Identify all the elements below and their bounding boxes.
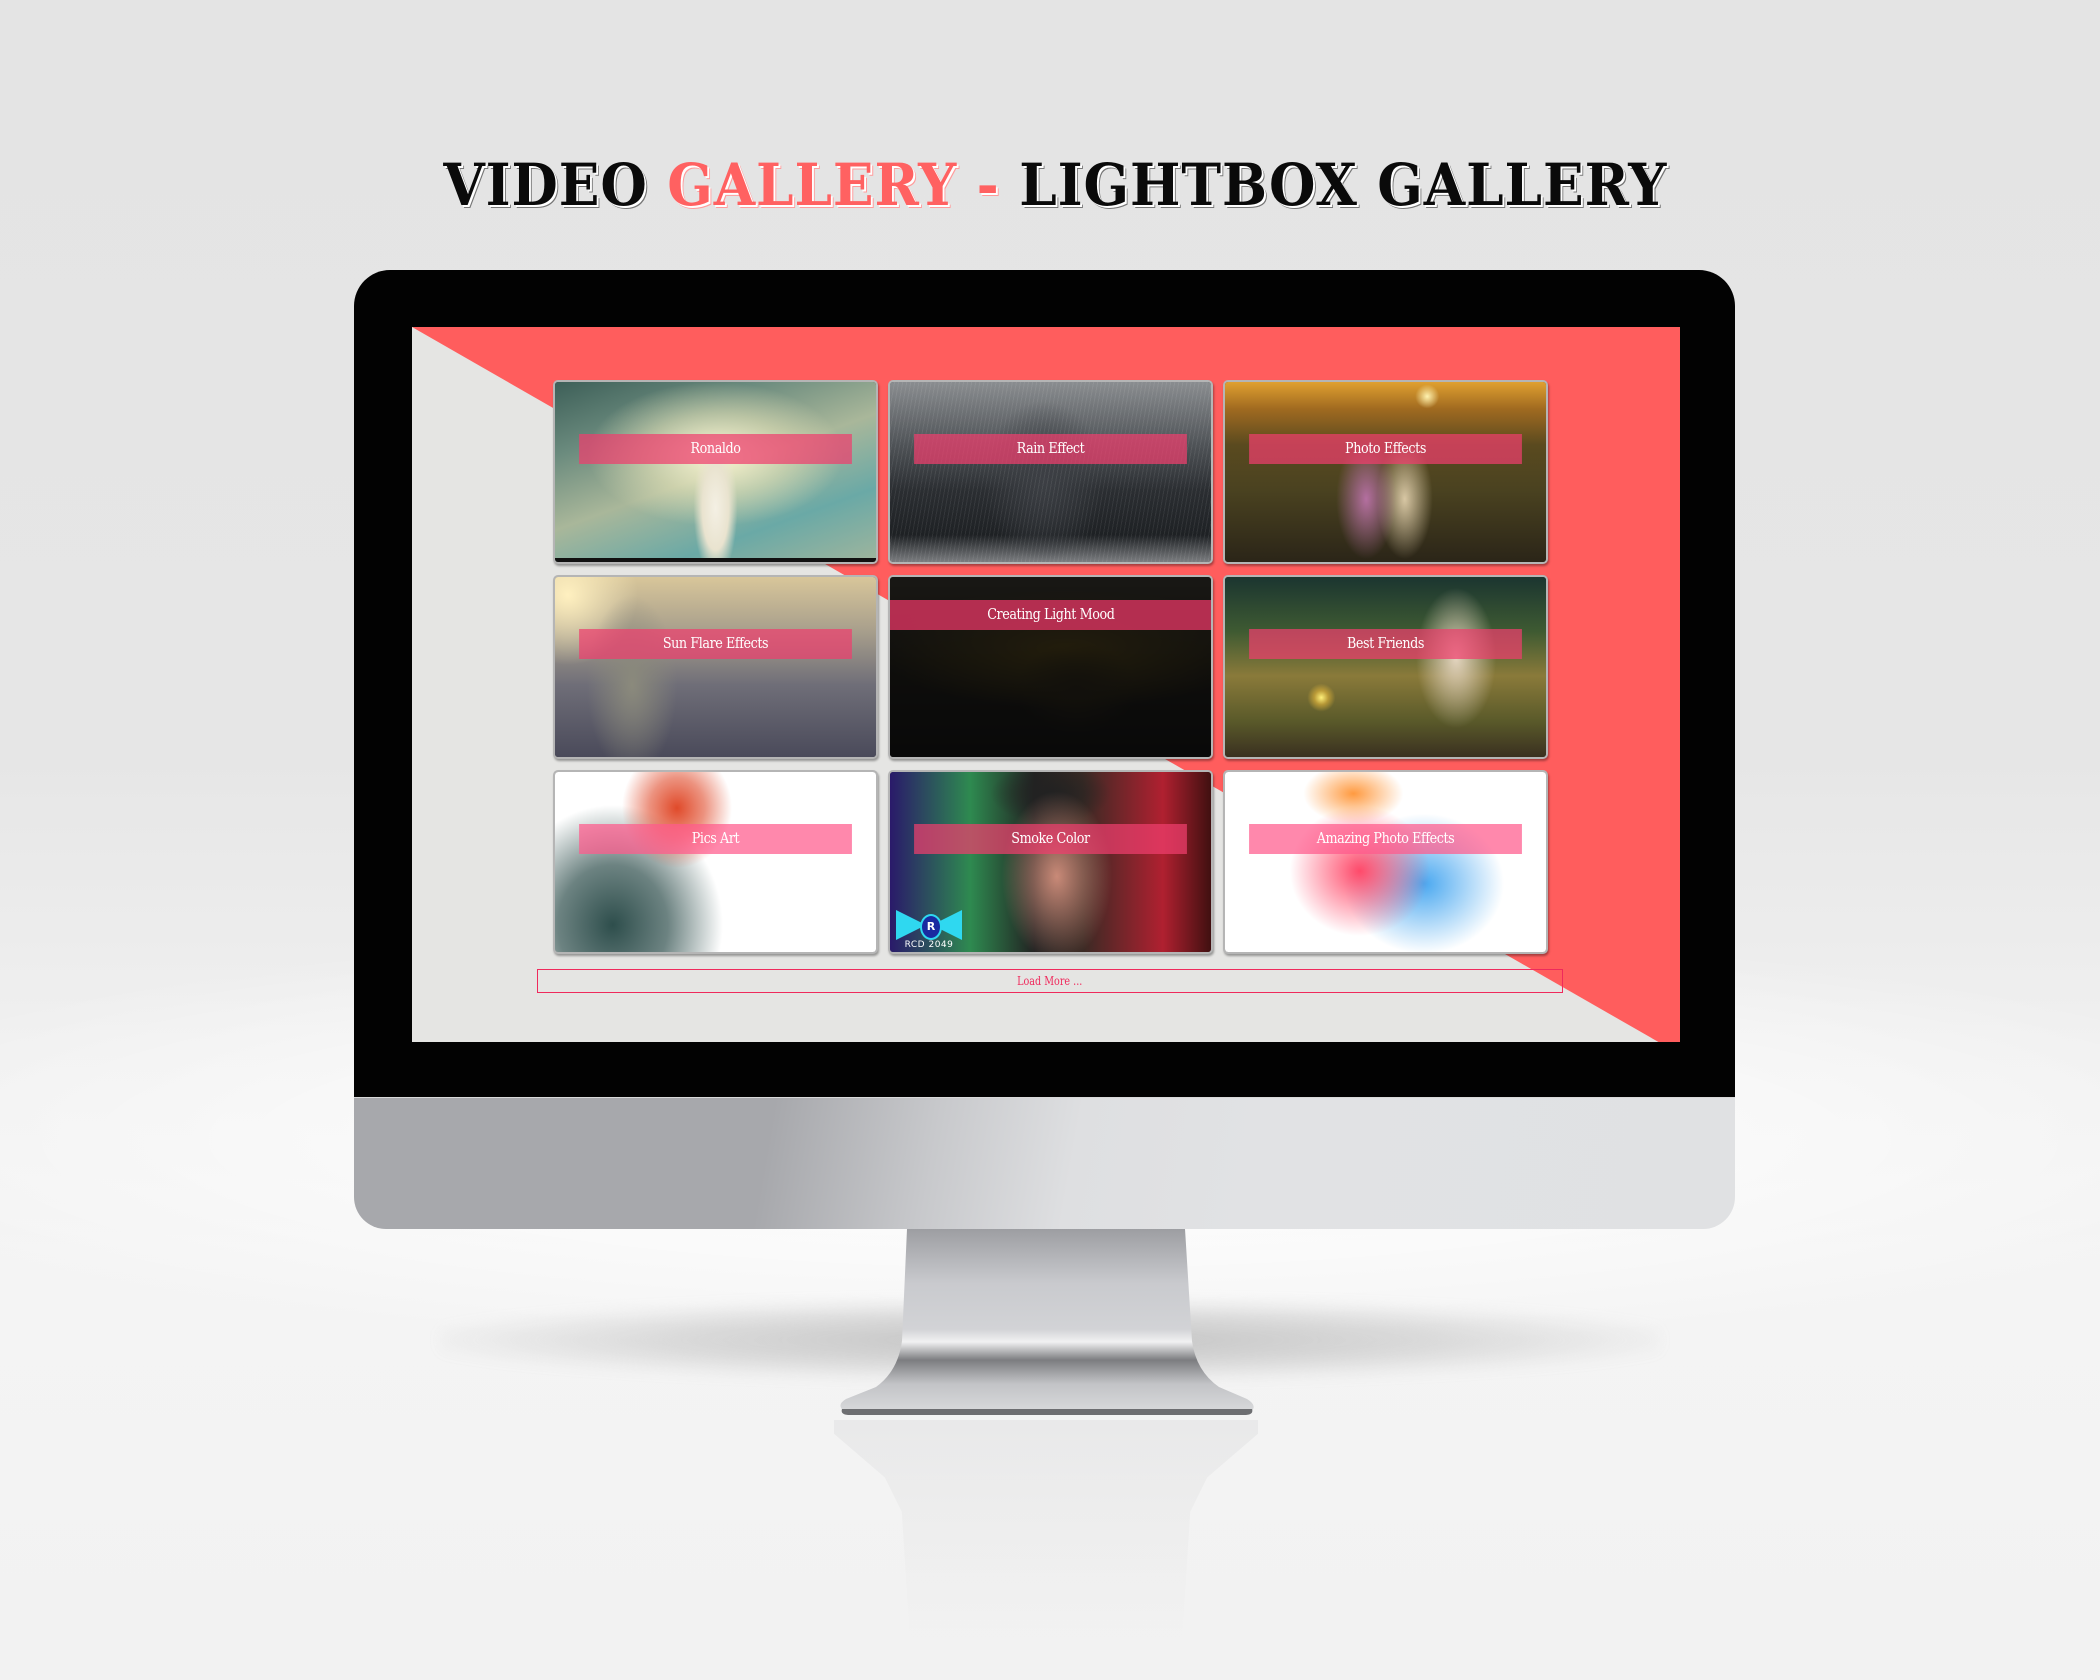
load-more-button[interactable]: Load More ... — [537, 969, 1563, 993]
title-video: VIDEO — [443, 151, 668, 219]
thumbnail-image — [1225, 577, 1546, 757]
thumbnail-image — [1225, 772, 1546, 952]
gallery-item-caption: Pics Art — [579, 824, 852, 854]
caption-text: Creating Light Mood — [986, 605, 1115, 623]
gallery-item-caption: Photo Effects — [1249, 434, 1522, 464]
title-dash: - — [957, 151, 1020, 219]
thumbnail-image — [1225, 382, 1546, 562]
gallery-item-rain-effect[interactable]: Rain Effect — [888, 380, 1213, 564]
gallery-item-ronaldo[interactable]: Ronaldo — [553, 380, 878, 564]
gallery-item-caption: Smoke Color — [914, 824, 1187, 854]
title-lightbox-gallery: LIGHTBOX GALLERY — [1019, 151, 1668, 219]
gallery-item-creating-light-mood[interactable]: Creating Light Mood — [888, 575, 1213, 759]
gallery-item-best-friends[interactable]: Best Friends — [1223, 575, 1548, 759]
stand-shape — [840, 1229, 1254, 1415]
page-title: VIDEO GALLERY - LIGHTBOX GALLERY — [89, 150, 2021, 220]
stand-reflection — [834, 1420, 1258, 1650]
thumbnail-image — [555, 382, 876, 562]
gallery-item-caption: Ronaldo — [579, 434, 852, 464]
gallery-item-caption: Sun Flare Effects — [579, 629, 852, 659]
gallery-item-caption: Creating Light Mood — [890, 600, 1211, 630]
gallery-item-pics-art[interactable]: Pics Art — [553, 770, 878, 954]
monitor-stand — [834, 1229, 1258, 1415]
gallery-item-amazing-photo-effects[interactable]: Amazing Photo Effects — [1223, 770, 1548, 954]
gallery-grid: Ronaldo Rain Effect Photo Effects Sun Fl… — [553, 380, 1548, 954]
monitor-screen: Ronaldo Rain Effect Photo Effects Sun Fl… — [412, 327, 1680, 1042]
gallery-item-caption: Amazing Photo Effects — [1249, 824, 1522, 854]
monitor-chin — [354, 1097, 1735, 1229]
title-gallery-accent: GALLERY — [667, 151, 958, 219]
watermark-text: RCD 2049 — [904, 940, 954, 950]
gallery-item-sun-flare-effects[interactable]: Sun Flare Effects — [553, 575, 878, 759]
rcd-watermark-logo: R RCD 2049 — [892, 906, 966, 950]
thumbnail-image — [555, 772, 876, 952]
gallery-item-photo-effects[interactable]: Photo Effects — [1223, 380, 1548, 564]
gallery-item-caption: Best Friends — [1249, 629, 1522, 659]
gallery-item-smoke-color[interactable]: R RCD 2049 Smoke Color — [888, 770, 1213, 954]
gallery-item-caption: Rain Effect — [914, 434, 1187, 464]
thumbnail-image — [555, 577, 876, 757]
load-more-label: Load More ... — [1017, 974, 1083, 988]
thumbnail-image — [890, 382, 1211, 562]
logo-badge: R — [920, 914, 942, 940]
